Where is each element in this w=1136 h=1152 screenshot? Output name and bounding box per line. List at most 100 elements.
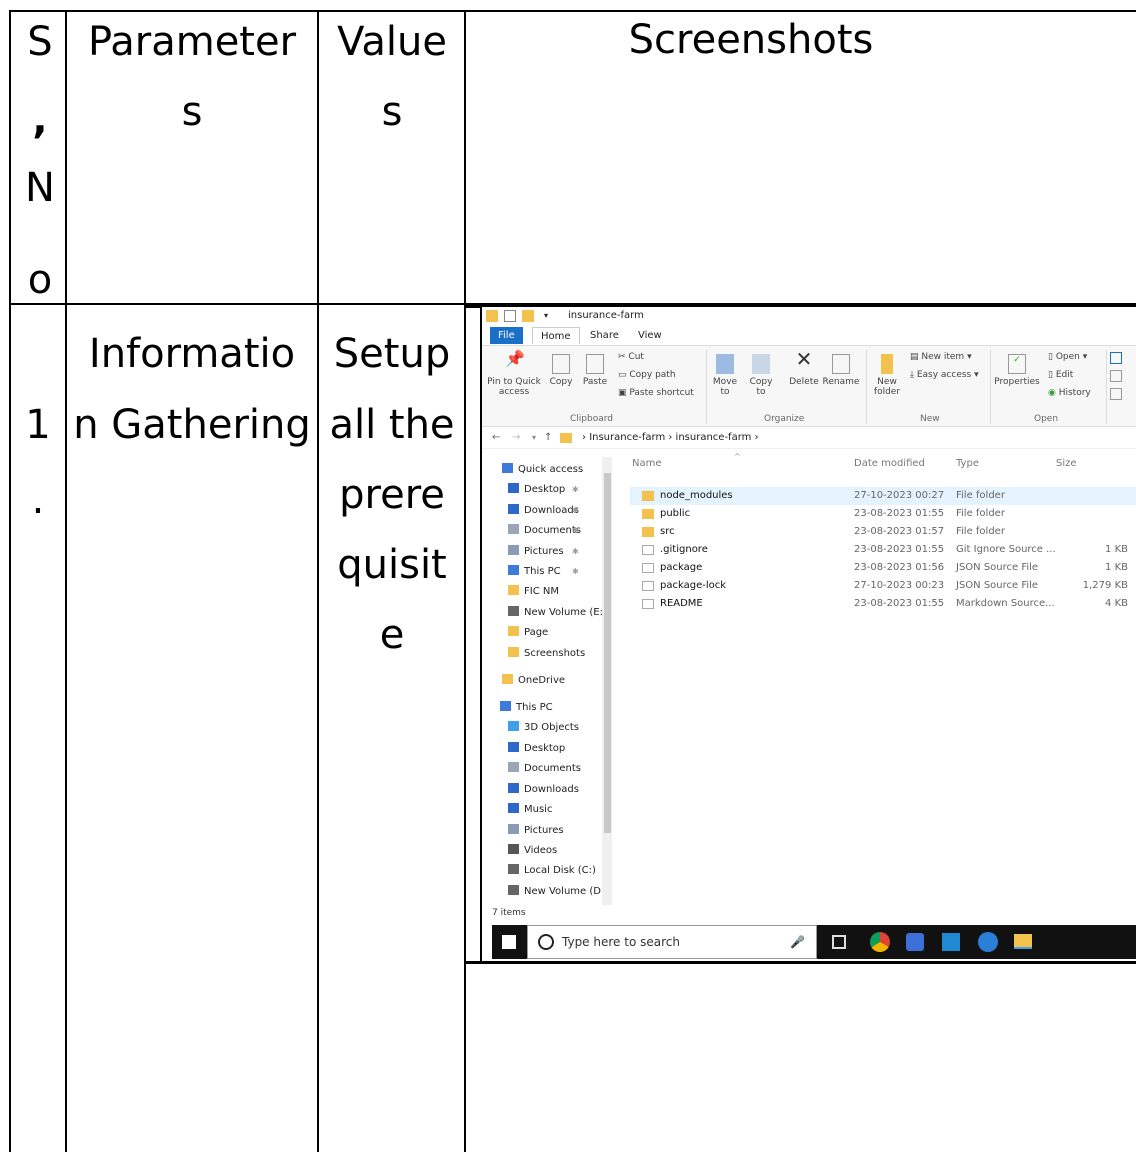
file-row[interactable]: public 23-08-2023 01:55 File folder (630, 505, 1136, 523)
breadcrumb-item[interactable]: Insurance-farm (589, 432, 665, 443)
edge-icon[interactable] (978, 932, 998, 952)
sidebar-item[interactable]: This PC ✱ (508, 564, 579, 580)
tab-share[interactable]: Share (582, 327, 627, 344)
sidebar-item[interactable]: Desktop (508, 741, 565, 757)
sidebar-item[interactable]: Pictures (508, 823, 564, 839)
sidebar-item[interactable]: Music (508, 802, 552, 818)
nav-scrollbar-thumb[interactable] (604, 473, 611, 833)
chrome-icon[interactable] (870, 932, 890, 952)
file-row[interactable]: node_modules 27-10-2023 00:27 File folder (630, 487, 1136, 505)
history-button[interactable]: ◉ History (1048, 388, 1091, 398)
address-bar[interactable]: ← → ▾ ↑ › Insurance-farm › insurance-far… (482, 427, 1136, 449)
tab-home[interactable]: Home (532, 327, 580, 344)
drive-icon (508, 864, 519, 874)
select-group-icon[interactable] (1110, 370, 1122, 382)
breadcrumb[interactable]: › Insurance-farm › insurance-farm › (582, 427, 759, 449)
new-folder-button[interactable]: New folder (870, 354, 904, 397)
paste-button[interactable]: Paste (580, 354, 610, 387)
sidebar-item-label: Documents (524, 763, 582, 774)
back-arrow-icon[interactable]: ← (492, 427, 500, 449)
move-icon (716, 354, 734, 374)
chevron-down-icon[interactable]: ▾ (532, 427, 536, 449)
new-item-button[interactable]: ▤ New item ▾ (910, 352, 972, 362)
sidebar-item[interactable]: Local Disk (C:) (508, 863, 596, 879)
sidebar-item[interactable]: 3D Objects (508, 720, 579, 736)
file-type: File folder (956, 526, 1005, 537)
header-parameters-line: s (181, 89, 203, 135)
sidebar-item[interactable]: Page (508, 625, 548, 641)
file-row[interactable]: src 23-08-2023 01:57 File folder (630, 523, 1136, 541)
app-icon[interactable] (906, 933, 924, 951)
sidebar-item[interactable]: Quick access (502, 462, 583, 478)
music-icon (508, 803, 519, 813)
file-row[interactable]: README 23-08-2023 01:55 Markdown Source...… (630, 595, 1136, 613)
copy-to-button[interactable]: Copy to (746, 354, 776, 397)
table-border-left (9, 10, 11, 1152)
sidebar-item[interactable]: Screenshots (508, 646, 585, 662)
sidebar-item[interactable]: New Volume (E:) (508, 605, 607, 621)
row1-value-line: e (379, 612, 405, 658)
sidebar-item[interactable]: Videos (508, 843, 557, 859)
copy-label: Copy (549, 377, 573, 387)
tab-file[interactable]: File (490, 327, 523, 344)
file-size: 1 KB (1105, 544, 1128, 555)
rename-button[interactable]: Rename (822, 354, 860, 387)
task-view-icon[interactable] (832, 935, 846, 949)
pin-icon: ✱ (572, 567, 579, 576)
copy-button[interactable]: Copy (546, 354, 576, 387)
table-col-divider-3 (464, 10, 466, 1152)
open-button[interactable]: ▯ Open ▾ (1048, 352, 1087, 362)
file-row[interactable]: package 23-08-2023 01:56 JSON Source File 1… (630, 559, 1136, 577)
windows-start-icon[interactable] (502, 935, 516, 949)
edit-button[interactable]: ▯ Edit (1048, 370, 1073, 380)
column-header-name[interactable]: Name (632, 458, 662, 469)
vscode-icon[interactable] (942, 933, 960, 951)
file-explorer-icon[interactable] (1014, 934, 1032, 949)
new-folder-icon (881, 354, 893, 374)
microphone-icon[interactable]: 🎤 (790, 926, 805, 958)
file-type: Git Ignore Source ... (956, 544, 1056, 555)
file-type: JSON Source File (956, 562, 1039, 573)
file-row[interactable]: package-lock 27-10-2023 00:23 JSON Source … (630, 577, 1136, 595)
select-group-icon[interactable] (1110, 388, 1122, 400)
delete-button[interactable]: ✕ Delete (786, 349, 822, 387)
properties-button[interactable]: ✓ Properties (994, 354, 1040, 387)
sidebar-item[interactable]: Documents ✱ (508, 523, 581, 539)
file-row[interactable]: .gitignore 23-08-2023 01:55 Git Ignore Sou… (630, 541, 1136, 559)
move-to-button[interactable]: Move to (710, 354, 740, 397)
sidebar-item[interactable]: Desktop ✱ (508, 482, 579, 498)
copy-path-button[interactable]: ▭ Copy path (618, 370, 676, 380)
column-header-size[interactable]: Size (1056, 458, 1077, 469)
pin-quick-access-button[interactable]: 📌 Pin to Quick access (486, 351, 542, 398)
document-icon (508, 762, 519, 772)
column-header-date[interactable]: Date modified (854, 458, 925, 469)
sidebar-item-label: Page (524, 627, 549, 638)
sidebar-item[interactable]: This PC (500, 700, 553, 716)
sidebar-item[interactable]: FIC NM (508, 584, 559, 600)
sidebar-item[interactable]: OneDrive (502, 673, 565, 689)
sidebar-item-label: FIC NM (524, 586, 559, 597)
chevron-down-icon[interactable]: ▾ (544, 307, 548, 325)
forward-arrow-icon[interactable]: → (512, 427, 520, 449)
sidebar-item[interactable]: New Volume (D: (508, 884, 604, 900)
sidebar-item[interactable]: Downloads ✱ (508, 503, 579, 519)
easy-access-button[interactable]: ⤓ Easy access ▾ (910, 370, 979, 380)
taskbar-search[interactable]: Type here to search 🎤 (527, 925, 817, 959)
search-placeholder: Type here to search (562, 935, 680, 949)
column-header-type[interactable]: Type (956, 458, 979, 469)
tab-view[interactable]: View (630, 327, 670, 344)
cut-button[interactable]: ✂ Cut (618, 352, 644, 362)
breadcrumb-item[interactable]: insurance-farm (676, 432, 752, 443)
paste-shortcut-button[interactable]: ▣ Paste shortcut (618, 388, 694, 398)
clipboard-icon (586, 354, 604, 374)
sidebar-item[interactable]: Downloads (508, 782, 579, 798)
row1-value-line: quisit (337, 542, 447, 588)
sidebar-item[interactable]: Pictures ✱ (508, 544, 579, 560)
folder-icon (522, 310, 534, 322)
sidebar-item[interactable]: Documents (508, 761, 581, 777)
up-arrow-icon[interactable]: ↑ (544, 427, 552, 449)
file-icon (642, 599, 654, 609)
select-group-icon[interactable] (1110, 352, 1122, 364)
sidebar-item-label: Pictures (524, 825, 564, 836)
window-title: insurance-farm (568, 310, 644, 321)
